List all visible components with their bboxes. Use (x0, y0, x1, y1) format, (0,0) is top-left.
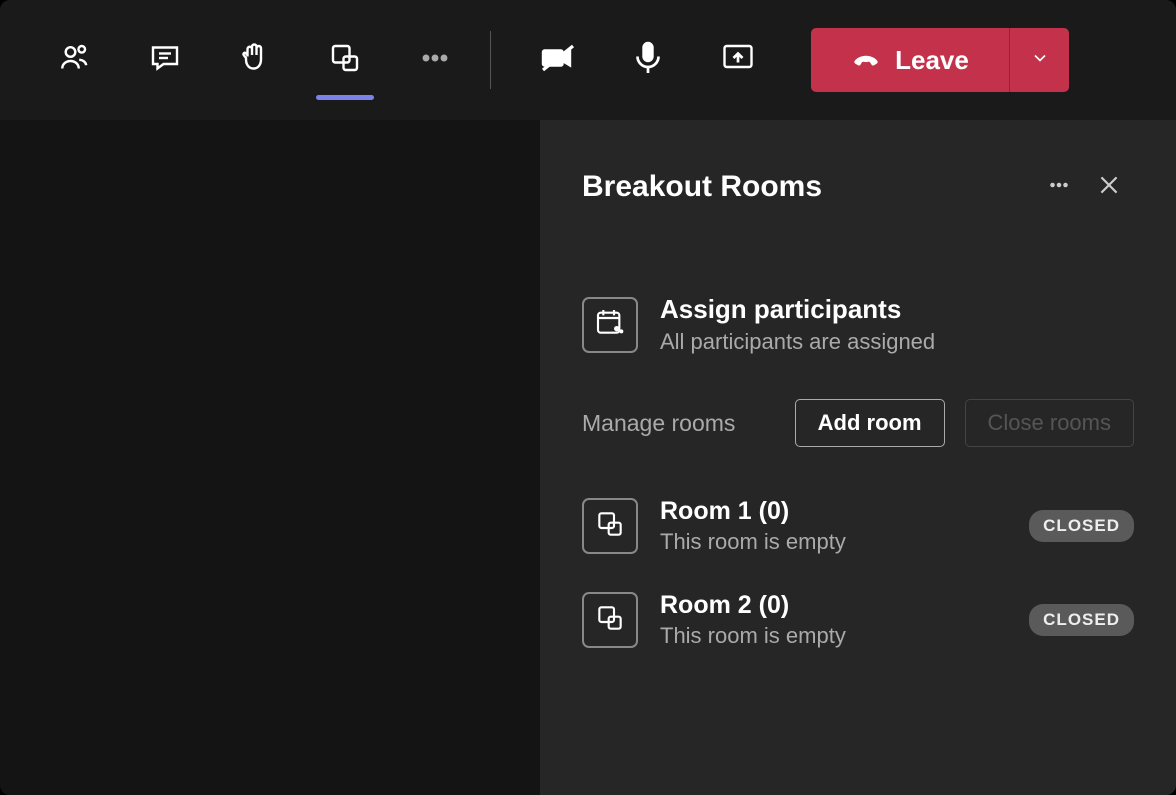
room-subtitle: This room is empty (660, 623, 1007, 649)
mic-icon (630, 40, 666, 81)
manage-rooms-row: Manage rooms Add room Close rooms (582, 399, 1134, 447)
panel-title: Breakout Rooms (582, 170, 1034, 204)
chat-button[interactable] (120, 0, 210, 120)
leave-options-button[interactable] (1009, 28, 1069, 92)
manage-rooms-label: Manage rooms (582, 410, 775, 437)
breakout-rooms-panel: Breakout Rooms (540, 120, 1176, 795)
room-title: Room 1 (0) (660, 497, 1007, 526)
share-screen-icon (720, 40, 756, 81)
room-item[interactable]: Room 2 (0) This room is empty CLOSED (582, 591, 1134, 649)
camera-toggle-button[interactable] (513, 0, 603, 120)
hangup-icon (851, 42, 881, 79)
mic-toggle-button[interactable] (603, 0, 693, 120)
meeting-body: Breakout Rooms (0, 120, 1176, 795)
raise-hand-icon (237, 40, 273, 81)
raise-hand-button[interactable] (210, 0, 300, 120)
close-icon (1096, 172, 1122, 203)
breakout-rooms-icon (594, 508, 626, 545)
assign-title: Assign participants (660, 294, 935, 325)
breakout-rooms-icon (327, 40, 363, 81)
breakout-rooms-icon (594, 602, 626, 639)
main-stage (0, 120, 540, 795)
room-subtitle: This room is empty (660, 529, 1007, 555)
meeting-toolbar: Leave (0, 0, 1176, 120)
leave-button[interactable]: Leave (811, 28, 1009, 92)
close-rooms-button: Close rooms (965, 399, 1134, 447)
ellipsis-icon (417, 40, 453, 81)
leave-button-group: Leave (811, 28, 1069, 92)
assign-participants-icon-box (582, 297, 638, 353)
participants-button[interactable] (30, 0, 120, 120)
calendar-people-icon (594, 306, 626, 343)
toolbar-divider (490, 31, 491, 89)
panel-close-button[interactable] (1084, 172, 1134, 203)
panel-more-button[interactable] (1034, 172, 1084, 203)
people-icon (57, 40, 93, 81)
room-item[interactable]: Room 1 (0) This room is empty CLOSED (582, 497, 1134, 555)
add-room-button[interactable]: Add room (795, 399, 945, 447)
room-text: Room 2 (0) This room is empty (660, 591, 1007, 649)
ellipsis-icon (1046, 172, 1072, 203)
chat-icon (147, 40, 183, 81)
leave-label: Leave (895, 45, 969, 76)
chevron-down-icon (1030, 48, 1050, 73)
panel-header: Breakout Rooms (582, 170, 1134, 204)
room-title: Room 2 (0) (660, 591, 1007, 620)
assign-text: Assign participants All participants are… (660, 294, 935, 355)
room-status-badge: CLOSED (1029, 604, 1134, 636)
meeting-window: Leave Breakout Rooms (0, 0, 1176, 795)
room-icon-box (582, 498, 638, 554)
assign-subtitle: All participants are assigned (660, 329, 935, 355)
breakout-rooms-button[interactable] (300, 0, 390, 120)
share-screen-button[interactable] (693, 0, 783, 120)
camera-off-icon (540, 40, 576, 81)
room-status-badge: CLOSED (1029, 510, 1134, 542)
room-text: Room 1 (0) This room is empty (660, 497, 1007, 555)
assign-participants-row[interactable]: Assign participants All participants are… (582, 294, 1134, 355)
room-icon-box (582, 592, 638, 648)
more-actions-button[interactable] (390, 0, 480, 120)
